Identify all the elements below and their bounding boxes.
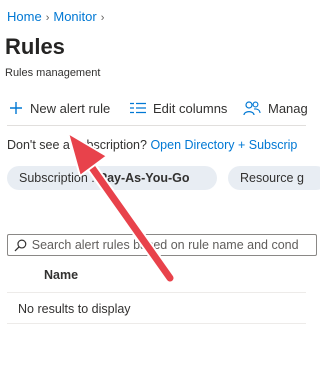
- table-header-divider: [7, 292, 306, 293]
- breadcrumb-chevron-icon: ›: [45, 12, 50, 24]
- search-box: [7, 234, 317, 256]
- page-title: Rules: [5, 34, 65, 59]
- plus-icon: [10, 102, 22, 114]
- subscription-filter-label: Subscription :: [19, 171, 95, 185]
- search-input[interactable]: [31, 238, 316, 252]
- subscription-filter-pill[interactable]: Subscription : Pay-As-You-Go: [7, 166, 217, 190]
- manage-button[interactable]: Manag: [243, 96, 308, 120]
- new-alert-rule-label: New alert rule: [30, 100, 111, 116]
- edit-columns-label: Edit columns: [153, 100, 228, 116]
- empty-results-message: No results to display: [18, 302, 131, 316]
- notice-text: Don't see a subscription?: [7, 138, 147, 152]
- page-subtitle: Rules management: [5, 67, 101, 79]
- breadcrumb-chevron-icon: ›: [100, 12, 105, 24]
- manage-label: Manag: [268, 100, 308, 116]
- new-alert-rule-button[interactable]: New alert rule: [9, 96, 110, 120]
- command-bar: New alert rule Edit columns Manag: [0, 96, 308, 120]
- column-header-name[interactable]: Name: [44, 268, 78, 282]
- breadcrumb-home-link[interactable]: Home: [7, 9, 42, 24]
- resource-group-filter-pill[interactable]: Resource g: [228, 166, 320, 190]
- resource-group-filter-label: Resource g: [240, 171, 304, 185]
- edit-columns-button[interactable]: Edit columns: [130, 96, 227, 120]
- open-directory-link[interactable]: Open Directory + Subscrip: [150, 138, 297, 152]
- toolbar-divider: [7, 125, 306, 126]
- breadcrumb-monitor-link[interactable]: Monitor: [53, 9, 96, 24]
- people-icon: [243, 101, 261, 116]
- table-row-divider: [7, 323, 306, 324]
- search-icon: [14, 239, 27, 251]
- list-columns-icon: [130, 102, 146, 114]
- subscription-notice: Don't see a subscription? Open Directory…: [7, 138, 297, 152]
- breadcrumb: Home › Monitor ›: [7, 9, 108, 24]
- subscription-filter-value: Pay-As-You-Go: [98, 171, 190, 185]
